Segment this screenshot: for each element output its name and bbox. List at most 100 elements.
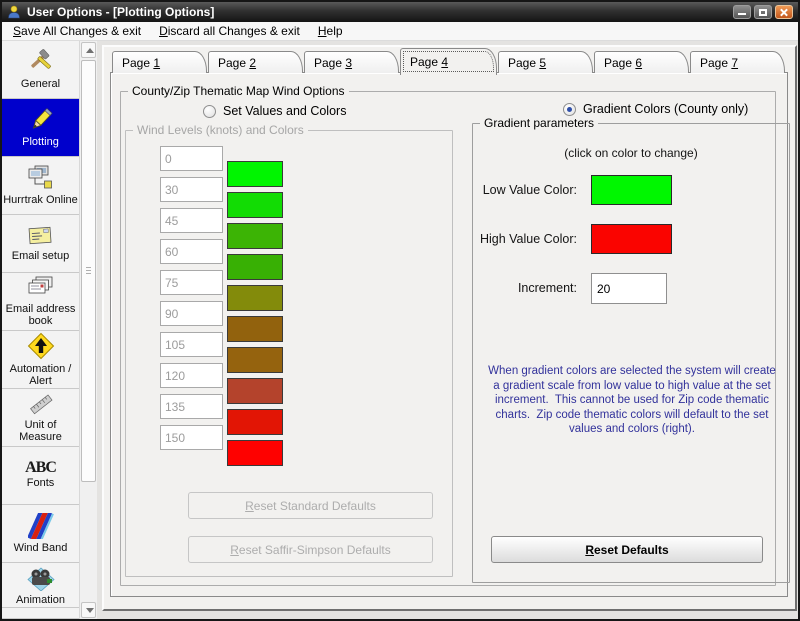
- group-title: County/Zip Thematic Map Wind Options: [128, 84, 349, 98]
- tab-page-6[interactable]: Page 6: [594, 51, 689, 73]
- increment-label: Increment:: [473, 281, 577, 295]
- wind-color-swatch-8: [227, 409, 283, 435]
- sidebar-item-animation[interactable]: Animation: [2, 563, 79, 608]
- wind-band-stripes-icon: [28, 513, 54, 539]
- gradient-parameters-title: Gradient parameters: [480, 116, 598, 130]
- increment-input[interactable]: [591, 273, 667, 304]
- maximize-icon: [759, 9, 767, 16]
- menu-help[interactable]: Help: [309, 22, 352, 40]
- tab-page-7[interactable]: Page 7: [690, 51, 785, 73]
- ruler-icon: [28, 392, 54, 416]
- wind-color-swatch-3: [227, 254, 283, 280]
- scroll-down-button[interactable]: [81, 602, 96, 618]
- pencil-icon: [28, 107, 54, 133]
- sidebar-item-general[interactable]: General: [2, 41, 79, 99]
- radio-label: Set Values and Colors: [223, 104, 346, 118]
- high-value-color-swatch[interactable]: [591, 224, 672, 254]
- sidebar-item-hurrtrak-online[interactable]: Hurrtrak Online: [2, 157, 79, 215]
- wind-color-swatch-5: [227, 316, 283, 342]
- wind-level-input-1: [160, 177, 223, 202]
- wind-level-input-6: [160, 332, 223, 357]
- wind-level-input-7: [160, 363, 223, 388]
- sidebar: General Plotting Hurrtra: [2, 41, 79, 619]
- tab-page-2[interactable]: Page 2: [208, 51, 303, 73]
- close-button[interactable]: [775, 5, 793, 19]
- sidebar-item-fonts[interactable]: ABC Fonts: [2, 447, 79, 505]
- wind-level-input-0: [160, 146, 223, 171]
- projector-icon: [27, 565, 55, 591]
- sidebar-item-label: General: [21, 78, 60, 90]
- computer-network-icon: [27, 165, 55, 191]
- radio-checked-icon: [563, 103, 576, 116]
- wind-color-swatch-7: [227, 378, 283, 404]
- menu-discard-all-changes[interactable]: Discard all Changes & exit: [150, 22, 309, 40]
- sidebar-item-email-setup[interactable]: Email setup: [2, 215, 79, 273]
- sidebar-item-label: Animation: [16, 594, 65, 606]
- abc-icon: ABC: [25, 462, 56, 474]
- person-icon: [7, 5, 21, 19]
- sidebar-item-label: Hurrtrak Online: [3, 194, 78, 206]
- wind-color-swatch-0: [227, 161, 283, 187]
- reset-standard-defaults-button: Reset Standard Defaults: [188, 492, 433, 519]
- scrollbar-thumb[interactable]: [81, 60, 96, 482]
- sidebar-item-partial: [2, 608, 79, 619]
- tools-icon: [28, 49, 54, 75]
- user-options-window: User Options - [Plotting Options] Save A…: [0, 0, 800, 621]
- wind-color-swatch-6: [227, 347, 283, 373]
- wind-level-input-8: [160, 394, 223, 419]
- low-value-color-swatch[interactable]: [591, 175, 672, 205]
- sidebar-item-plotting[interactable]: Plotting: [2, 99, 79, 157]
- menu-save-all-changes[interactable]: Save All Changes & exit: [4, 22, 150, 40]
- wind-level-input-2: [160, 208, 223, 233]
- alert-sign-icon: [27, 332, 55, 360]
- sidebar-scrollbar[interactable]: [79, 41, 97, 619]
- sidebar-item-label: Plotting: [22, 136, 59, 148]
- tab-page-4[interactable]: Page 4: [400, 48, 497, 75]
- sidebar-item-unit-of-measure[interactable]: Unit of Measure: [2, 389, 79, 447]
- sidebar-item-label: Automation / Alert: [3, 363, 78, 387]
- wind-level-input-3: [160, 239, 223, 264]
- wind-level-input-4: [160, 270, 223, 295]
- wind-levels-title: Wind Levels (knots) and Colors: [133, 123, 308, 137]
- tab-page-3[interactable]: Page 3: [304, 51, 399, 73]
- tabstrip: Page 1 Page 2 Page 3 Page 4 Page 5 Page …: [112, 51, 786, 73]
- wind-color-swatch-1: [227, 192, 283, 218]
- sidebar-item-email-address-book[interactable]: Email address book: [2, 273, 79, 331]
- high-value-color-label: High Value Color:: [473, 232, 577, 246]
- scroll-up-button[interactable]: [81, 42, 96, 58]
- titlebar: User Options - [Plotting Options]: [2, 2, 798, 22]
- wind-color-swatch-9: [227, 440, 283, 466]
- sidebar-item-label: Unit of Measure: [3, 419, 78, 443]
- radio-unchecked-icon: [203, 105, 216, 118]
- radio-gradient-colors[interactable]: Gradient Colors (County only): [563, 102, 748, 116]
- sidebar-item-wind-band[interactable]: Wind Band: [2, 505, 79, 563]
- main-panel: Page 1 Page 2 Page 3 Page 4 Page 5 Page …: [102, 45, 797, 611]
- radio-set-values-and-colors[interactable]: Set Values and Colors: [203, 104, 346, 118]
- grip-icon: [86, 267, 91, 275]
- sidebar-item-label: Wind Band: [14, 542, 68, 554]
- tab-page-4-content: County/Zip Thematic Map Wind Options Set…: [110, 72, 788, 597]
- reset-saffir-simpson-defaults-button: Reset Saffir-Simpson Defaults: [188, 536, 433, 563]
- gradient-note: When gradient colors are selected the sy…: [486, 364, 778, 437]
- gradient-parameters-groupbox: Gradient parameters (click on color to c…: [472, 123, 790, 583]
- click-color-hint: (click on color to change): [473, 146, 789, 160]
- wind-color-swatch-4: [227, 285, 283, 311]
- envelope-icon: [28, 225, 54, 247]
- arrow-down-icon: [86, 608, 94, 613]
- sidebar-item-label: Email address book: [3, 303, 78, 327]
- sidebar-item-automation-alert[interactable]: Automation / Alert: [2, 331, 79, 389]
- minimize-icon: [738, 13, 746, 15]
- window-title: User Options - [Plotting Options]: [27, 5, 214, 19]
- address-book-icon: [27, 276, 55, 300]
- tab-page-1[interactable]: Page 1: [112, 51, 207, 73]
- reset-defaults-button[interactable]: Reset Defaults: [491, 536, 763, 563]
- maximize-button[interactable]: [754, 5, 772, 19]
- sidebar-item-label: Fonts: [27, 477, 55, 489]
- wind-level-input-5: [160, 301, 223, 326]
- wind-levels-groupbox: Wind Levels (knots) and Colors: [125, 130, 453, 577]
- arrow-up-icon: [86, 48, 94, 53]
- wind-color-swatch-2: [227, 223, 283, 249]
- tab-page-5[interactable]: Page 5: [498, 51, 593, 73]
- minimize-button[interactable]: [733, 5, 751, 19]
- radio-label: Gradient Colors (County only): [583, 102, 748, 116]
